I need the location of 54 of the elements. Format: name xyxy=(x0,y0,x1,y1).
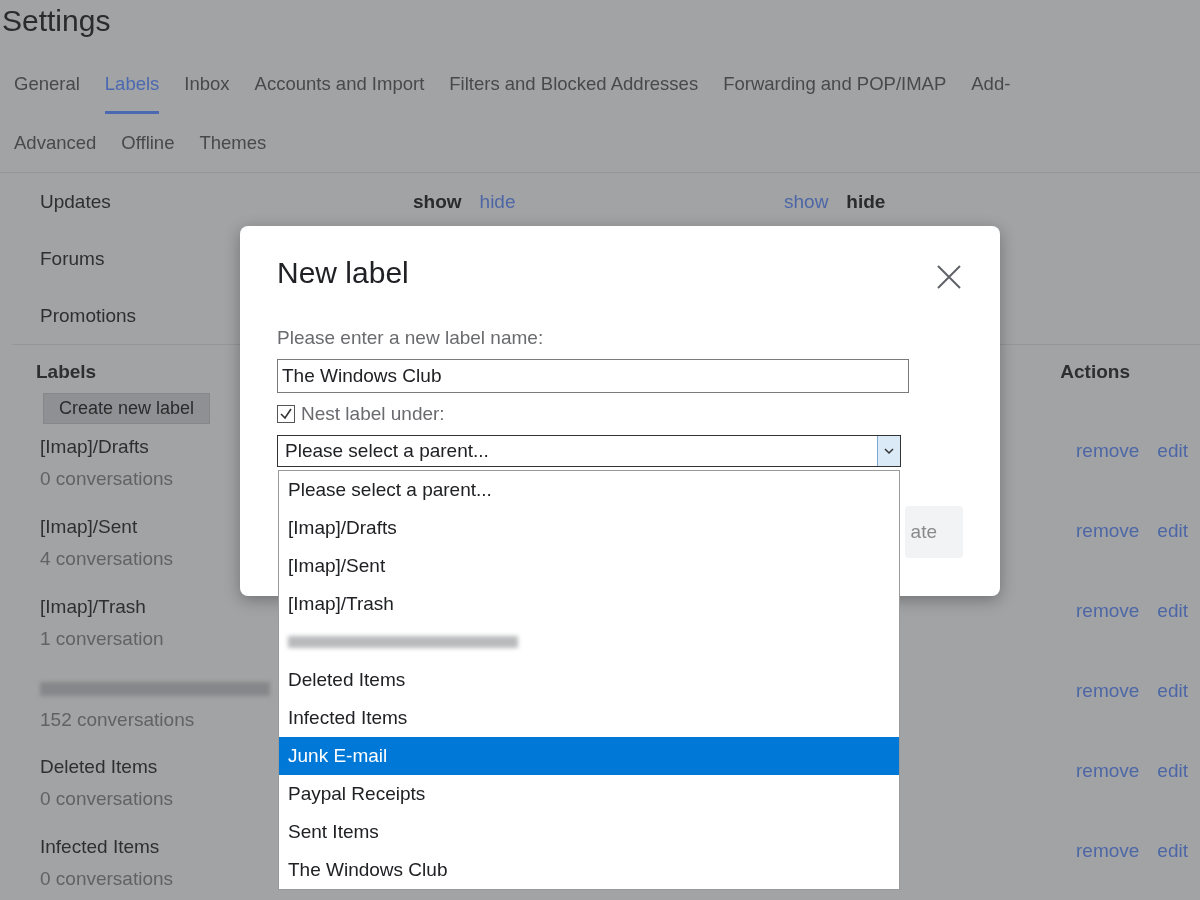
visibility-option[interactable]: show xyxy=(413,190,462,213)
label-name: [Imap]/Drafts xyxy=(40,436,150,458)
category-name: Updates xyxy=(40,190,111,212)
label-name: Deleted Items xyxy=(40,756,159,778)
action-link[interactable]: remove xyxy=(1076,680,1140,744)
action-link[interactable]: edit xyxy=(1157,440,1188,504)
action-link[interactable]: remove xyxy=(1076,840,1140,900)
chevron-icon[interactable] xyxy=(877,436,900,466)
dropdown-option[interactable]: Junk E-mail xyxy=(279,737,899,775)
nest-checkbox[interactable] xyxy=(277,405,295,423)
labels-heading: Labels xyxy=(36,361,97,383)
conversation-count: 4 conversations xyxy=(40,548,174,570)
label-name-field[interactable]: The Windows Club xyxy=(277,359,909,393)
settings-tab[interactable]: Inbox xyxy=(184,54,230,114)
action-link[interactable]: remove xyxy=(1076,600,1140,664)
settings-tab[interactable]: Forwarding and POP/IMAP xyxy=(723,54,947,114)
dialog-title: New label xyxy=(277,256,409,289)
category-name: Promotions xyxy=(40,304,137,326)
settings-tab[interactable]: Add- xyxy=(971,54,1011,114)
visibility-link[interactable]: show xyxy=(784,190,829,213)
action-link[interactable]: edit xyxy=(1157,840,1188,900)
settings-tab[interactable]: Advanced xyxy=(14,114,97,172)
page-title: Settings xyxy=(1,3,112,39)
conversation-count: 152 conversations xyxy=(40,709,196,731)
parent-select[interactable]: Please select a parent... xyxy=(277,435,901,467)
close-icon[interactable] xyxy=(936,264,962,290)
settings-tab[interactable]: Filters and Blocked Addresses xyxy=(449,54,699,114)
settings-tab[interactable]: Offline xyxy=(121,114,175,172)
name-prompt: Please enter a new label name: xyxy=(277,327,545,349)
visibility-option[interactable]: hide xyxy=(846,190,886,213)
action-link[interactable]: remove xyxy=(1076,440,1140,504)
nest-label: Nest label under: xyxy=(301,403,445,425)
create-button[interactable]: ate xyxy=(905,506,963,558)
action-link[interactable]: remove xyxy=(1076,520,1140,584)
label-name: [Imap]/Sent xyxy=(40,516,139,538)
actions-heading: Actions xyxy=(1060,361,1130,383)
category-name: Forums xyxy=(40,247,105,269)
label-name: [Imap]/Trash xyxy=(40,596,147,618)
action-link[interactable]: edit xyxy=(1157,680,1188,744)
action-link[interactable]: remove xyxy=(1076,760,1140,824)
visibility-link[interactable]: hide xyxy=(479,190,516,213)
settings-tab[interactable]: Labels xyxy=(104,54,160,114)
conversation-count: 0 conversations xyxy=(40,788,174,810)
conversation-count: 1 conversation xyxy=(40,628,164,650)
action-link[interactable]: edit xyxy=(1157,600,1188,664)
conversation-count: 0 conversations xyxy=(40,868,174,890)
settings-tab[interactable]: Themes xyxy=(199,114,267,172)
conversation-count: 0 conversations xyxy=(40,468,174,490)
settings-tab[interactable]: General xyxy=(14,54,80,114)
label-name: Infected Items xyxy=(40,836,161,858)
action-link[interactable]: edit xyxy=(1157,760,1188,824)
create-label-button[interactable]: Create new label xyxy=(43,393,211,424)
settings-tab[interactable]: Accounts and Import xyxy=(254,54,425,114)
action-link[interactable]: edit xyxy=(1157,520,1188,584)
